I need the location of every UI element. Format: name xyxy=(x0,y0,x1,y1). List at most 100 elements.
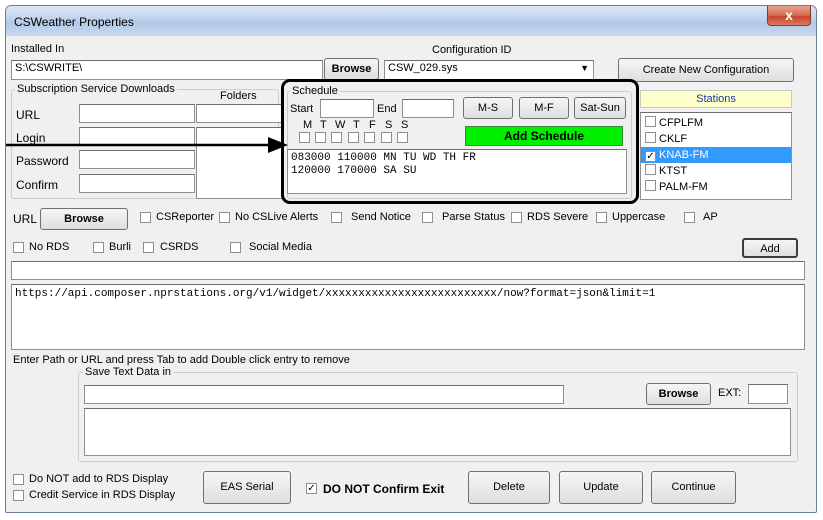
end-time-input[interactable] xyxy=(402,99,454,118)
day-label-thu: T xyxy=(353,119,360,131)
day-label-mon: M xyxy=(303,119,313,131)
confirm-input[interactable] xyxy=(79,174,195,193)
station-name: CFPLFM xyxy=(659,117,703,129)
uppercase-label: Uppercase xyxy=(612,211,666,223)
close-button[interactable]: x xyxy=(767,6,811,26)
properties-window: CSWeather Properties x Installed In S:\C… xyxy=(5,5,817,513)
window-title: CSWeather Properties xyxy=(14,15,134,29)
installed-browse-button[interactable]: Browse xyxy=(324,58,379,80)
station-checkbox[interactable] xyxy=(645,116,656,127)
end-label: End xyxy=(377,103,397,115)
continue-button[interactable]: Continue xyxy=(651,471,736,504)
mf-button[interactable]: M-F xyxy=(519,97,569,119)
schedule-entry[interactable]: 120000 170000 SA SU xyxy=(291,165,623,178)
path-hint-text: Enter Path or URL and press Tab to add D… xyxy=(13,354,350,366)
close-icon: x xyxy=(785,7,793,23)
parse-status-checkbox[interactable] xyxy=(422,212,433,223)
day-checkbox-sat[interactable] xyxy=(381,132,392,143)
ext-input[interactable] xyxy=(748,384,788,404)
station-checkbox[interactable]: ✓ xyxy=(645,151,656,162)
rds-severe-checkbox[interactable] xyxy=(511,212,522,223)
add-schedule-button[interactable]: Add Schedule xyxy=(465,126,623,146)
url-label: URL xyxy=(16,108,41,122)
no-add-rds-label: Do NOT add to RDS Display xyxy=(29,473,169,485)
update-button[interactable]: Update xyxy=(559,471,643,504)
station-checkbox[interactable] xyxy=(645,132,656,143)
schedule-entry[interactable]: 083000 110000 MN TU WD TH FR xyxy=(291,152,623,165)
rds-severe-label: RDS Severe xyxy=(527,211,589,223)
schedule-list[interactable]: 083000 110000 MN TU WD TH FR 120000 1700… xyxy=(287,149,627,194)
csreporter-label: CSReporter xyxy=(156,211,215,223)
stations-header: Stations xyxy=(640,90,792,108)
day-checkbox-fri[interactable] xyxy=(364,132,375,143)
station-item[interactable]: ✓ KNAB-FM xyxy=(641,147,791,163)
delete-button[interactable]: Delete xyxy=(468,471,550,504)
send-notice-checkbox[interactable] xyxy=(331,212,342,223)
ap-label: AP xyxy=(703,211,718,223)
password-label: Password xyxy=(16,154,69,168)
no-cslive-checkbox[interactable] xyxy=(219,212,230,223)
url-browse-button[interactable]: Browse xyxy=(40,208,128,230)
day-label-tue: T xyxy=(320,119,327,131)
ms-button[interactable]: M-S xyxy=(463,97,513,119)
stations-list[interactable]: CFPLFM CKLF ✓ KNAB-FM KTST PALM-FM xyxy=(640,112,792,200)
save-text-area[interactable] xyxy=(84,408,791,456)
station-checkbox[interactable] xyxy=(645,164,656,175)
credit-service-label: Credit Service in RDS Display xyxy=(29,489,176,501)
folders-input[interactable] xyxy=(196,104,284,123)
station-name: PALM-FM xyxy=(659,181,708,193)
burli-checkbox[interactable] xyxy=(93,242,104,253)
url-list-entry[interactable]: https://api.composer.nprstations.org/v1/… xyxy=(15,288,801,300)
day-checkbox-sun[interactable] xyxy=(397,132,408,143)
dropdown-arrow-icon[interactable]: ▼ xyxy=(580,63,589,73)
social-media-label: Social Media xyxy=(249,241,312,253)
station-name: KNAB-FM xyxy=(659,149,709,161)
sat-sun-button[interactable]: Sat-Sun xyxy=(574,97,626,119)
csreporter-checkbox[interactable] xyxy=(140,212,151,223)
uppercase-checkbox[interactable] xyxy=(596,212,607,223)
station-name: KTST xyxy=(659,165,688,177)
save-path-input[interactable] xyxy=(84,385,564,404)
confirm-label: Confirm xyxy=(16,178,59,192)
ap-checkbox[interactable] xyxy=(684,212,695,223)
csrds-checkbox[interactable] xyxy=(143,242,154,253)
day-checkbox-mon[interactable] xyxy=(299,132,310,143)
configuration-id-select[interactable]: CSW_029.sys ▼ xyxy=(384,60,594,80)
installed-in-input[interactable]: S:\CSWRITE\ xyxy=(11,60,323,80)
eas-serial-button[interactable]: EAS Serial xyxy=(203,471,291,504)
station-item[interactable]: CFPLFM xyxy=(641,115,791,131)
send-notice-label: Send Notice xyxy=(351,211,411,223)
start-time-input[interactable] xyxy=(320,99,374,118)
save-text-legend: Save Text Data in xyxy=(83,366,174,378)
day-checkbox-wed[interactable] xyxy=(331,132,342,143)
configuration-id-label: Configuration ID xyxy=(432,44,512,56)
no-confirm-exit-label: DO NOT Confirm Exit xyxy=(323,482,445,496)
no-rds-checkbox[interactable] xyxy=(13,242,24,253)
save-browse-button[interactable]: Browse xyxy=(646,383,711,405)
station-name: CKLF xyxy=(659,133,688,145)
no-add-rds-checkbox[interactable] xyxy=(13,474,24,485)
subscription-url-input[interactable] xyxy=(79,104,195,123)
day-label-fri: F xyxy=(369,119,376,131)
add-url-button[interactable]: Add xyxy=(742,238,798,258)
day-checkbox-thu[interactable] xyxy=(348,132,359,143)
checkmark-icon: ✓ xyxy=(307,483,316,494)
social-media-checkbox[interactable] xyxy=(230,242,241,253)
station-item[interactable]: PALM-FM xyxy=(641,179,791,195)
station-checkbox[interactable] xyxy=(645,180,656,191)
start-label: Start xyxy=(290,103,314,115)
schedule-legend: Schedule xyxy=(290,85,340,97)
credit-service-checkbox[interactable] xyxy=(13,490,24,501)
create-configuration-button[interactable]: Create New Configuration xyxy=(618,58,794,82)
ext-label: EXT: xyxy=(718,387,742,399)
no-confirm-exit-checkbox[interactable]: ✓ xyxy=(306,483,317,494)
burli-label: Burli xyxy=(109,241,132,253)
url-entry-input[interactable] xyxy=(11,261,805,280)
csrds-label: CSRDS xyxy=(160,241,199,253)
station-item[interactable]: KTST xyxy=(641,163,791,179)
parse-status-label: Parse Status xyxy=(442,211,505,223)
station-item[interactable]: CKLF xyxy=(641,131,791,147)
url-list[interactable]: https://api.composer.nprstations.org/v1/… xyxy=(11,284,805,350)
day-label-sat: S xyxy=(385,119,393,131)
day-checkbox-tue[interactable] xyxy=(315,132,326,143)
